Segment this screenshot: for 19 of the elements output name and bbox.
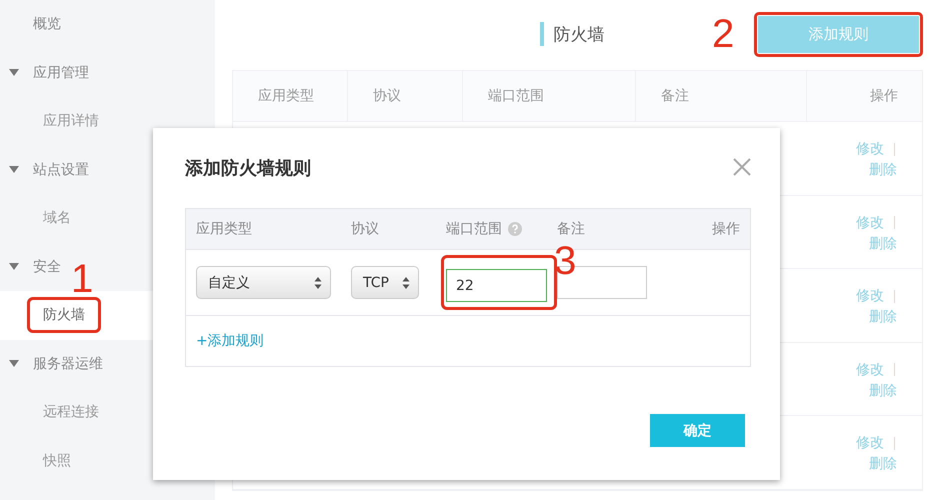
column-header: 备注 [636, 71, 807, 121]
column-header: 端口范围 [446, 220, 502, 238]
column-header: 应用类型 [196, 220, 252, 238]
sidebar-label: 应用详情 [43, 112, 99, 130]
column-header: 协议 [351, 220, 379, 238]
annotation-number: 3 [554, 241, 576, 281]
page-title: 防火墙 [554, 24, 604, 46]
sidebar-label: 远程连接 [43, 403, 99, 422]
column-header: 操作 [869, 87, 899, 106]
annotation-number: 1 [71, 259, 94, 300]
annotation-number: 2 [712, 14, 734, 54]
sidebar-label: 防火墙 [43, 307, 85, 324]
dialog-title: 添加防火墙规则 [185, 157, 311, 180]
column-header: 协议 [348, 71, 463, 121]
column-header: 端口范围 [463, 71, 636, 121]
column-header: 备注 [557, 220, 585, 238]
column-header: 操作 [712, 220, 740, 238]
column-header: 应用类型 [233, 71, 348, 121]
sidebar-label: 快照 [43, 452, 71, 470]
